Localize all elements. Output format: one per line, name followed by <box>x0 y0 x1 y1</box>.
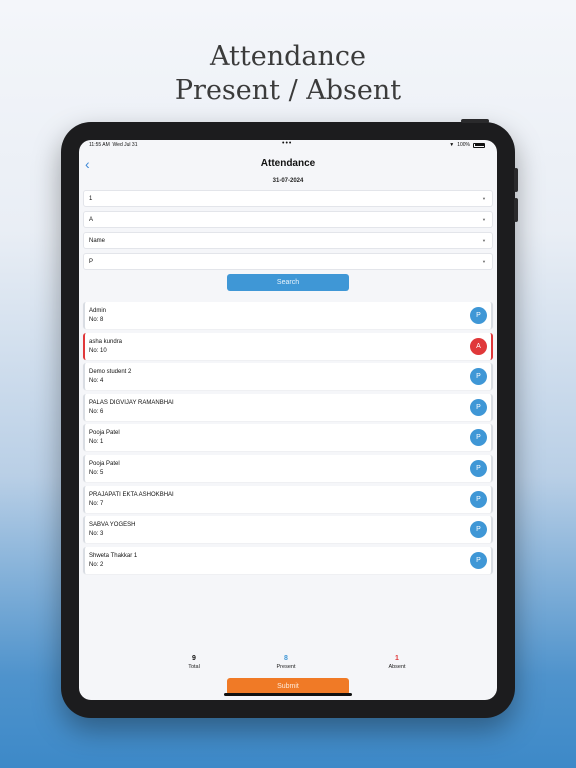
default-status-dropdown[interactable]: P ▼ <box>83 253 493 270</box>
student-row: SABVA YOGESH No: 3 P <box>83 516 493 544</box>
tablet-top-button <box>461 119 489 123</box>
division-dropdown[interactable]: A ▼ <box>83 211 493 228</box>
status-time: 11:55 AM Wed Jul 31 <box>89 142 138 148</box>
tablet-volume-up-button <box>514 168 518 192</box>
student-row: PALAS DIGVIJAY RAMANBHAI No: 6 P <box>83 393 493 421</box>
student-name: Admin <box>89 308 107 314</box>
student-name: PRAJAPATI EKTA ASHOKBHAI <box>89 491 174 498</box>
chevron-down-icon: ▼ <box>482 196 486 201</box>
total-label: Total <box>188 664 200 670</box>
chevron-down-icon: ▼ <box>482 217 486 222</box>
student-name: Pooja Patel <box>89 430 120 437</box>
student-name: Shweta Thakkar 1 <box>89 552 138 559</box>
student-row: Pooja Patel No: 1 P <box>83 424 493 452</box>
tablet-volume-down-button <box>514 198 518 222</box>
sort-dropdown[interactable]: Name ▼ <box>83 232 493 249</box>
attendance-status-button[interactable]: P <box>470 521 487 539</box>
search-button[interactable]: Search <box>227 274 349 291</box>
dropdown-value: 1 <box>89 196 93 202</box>
attendance-date: 31-07-2024 <box>272 178 304 184</box>
student-name: SABVA YOGESH <box>89 522 136 529</box>
attendance-status-button[interactable]: P <box>470 459 487 477</box>
student-roll-no: No: 1 <box>89 439 104 446</box>
multitask-dots[interactable]: ••• <box>282 140 292 147</box>
attendance-status-button[interactable]: A <box>470 337 487 355</box>
dropdown-value: A <box>89 217 94 223</box>
attendance-status-button[interactable]: P <box>470 307 487 324</box>
tablet-frame: 11:55 AM Wed Jul 31 ••• ▼ 100% ‹ Attenda… <box>61 119 518 718</box>
attendance-status-button[interactable]: P <box>470 551 487 569</box>
chevron-down-icon: ▼ <box>482 259 486 264</box>
absent-count: 1 <box>395 655 399 662</box>
total-stat: 9 Total <box>164 655 224 670</box>
student-name: Pooja Patel <box>89 460 120 467</box>
dropdown-value: Name <box>89 238 106 244</box>
attendance-status-button[interactable]: P <box>470 429 487 447</box>
chevron-down-icon: ▼ <box>482 238 486 243</box>
home-indicator <box>224 693 352 696</box>
student-row: Shweta Thakkar 1 No: 2 P <box>83 546 493 574</box>
wifi-icon: ▼ <box>449 142 455 148</box>
student-row: Pooja Patel No: 5 P <box>83 454 493 482</box>
attendance-status-button[interactable]: P <box>470 490 487 508</box>
absent-label: Absent <box>388 664 406 670</box>
student-roll-no: No: 5 <box>89 469 104 476</box>
attendance-status-button[interactable]: P <box>470 398 487 416</box>
student-roll-no: No: 3 <box>89 531 104 538</box>
student-name: PALAS DIGVIJAY RAMANBHAI <box>89 399 174 406</box>
promo-headline: Attendance Present / Absent <box>0 40 576 108</box>
student-roll-no: No: 8 <box>89 317 104 323</box>
student-row: Admin No: 8 P <box>83 302 493 329</box>
student-list: Admin No: 8 P asha kundra No: 10 A Demo … <box>83 302 493 577</box>
student-roll-no: No: 4 <box>89 378 104 385</box>
student-row: Demo student 2 No: 4 P <box>83 363 493 391</box>
total-count: 9 <box>192 655 196 662</box>
nav-bar: ‹ Attendance <box>79 154 497 176</box>
student-roll-no: No: 2 <box>89 561 104 568</box>
present-stat: 8 Present <box>256 655 316 670</box>
attendance-summary: 9 Total 8 Present 1 Absent <box>79 655 497 675</box>
present-label: Present <box>276 664 296 670</box>
standard-dropdown[interactable]: 1 ▼ <box>83 190 493 207</box>
present-count: 8 <box>284 655 288 662</box>
promo-title: Attendance <box>210 41 366 72</box>
student-name: asha kundra <box>89 338 123 345</box>
student-roll-no: No: 10 <box>89 347 107 354</box>
student-roll-no: No: 7 <box>89 500 104 507</box>
status-right: ▼ 100% <box>449 142 485 148</box>
promo-subtitle: Present / Absent <box>174 75 402 106</box>
dropdown-value: P <box>89 259 94 265</box>
page-title: Attendance <box>260 158 316 169</box>
student-row: PRAJAPATI EKTA ASHOKBHAI No: 7 P <box>83 485 493 513</box>
app-screen: 11:55 AM Wed Jul 31 ••• ▼ 100% ‹ Attenda… <box>79 140 497 700</box>
student-roll-no: No: 6 <box>89 408 104 415</box>
student-row: asha kundra No: 10 A <box>83 332 493 360</box>
student-name: Demo student 2 <box>89 369 132 376</box>
battery-percent: 100% <box>457 142 470 148</box>
status-bar: 11:55 AM Wed Jul 31 ••• ▼ 100% <box>79 140 497 150</box>
attendance-status-button[interactable]: P <box>470 368 487 386</box>
battery-icon <box>473 142 485 148</box>
absent-stat: 1 Absent <box>367 655 427 670</box>
